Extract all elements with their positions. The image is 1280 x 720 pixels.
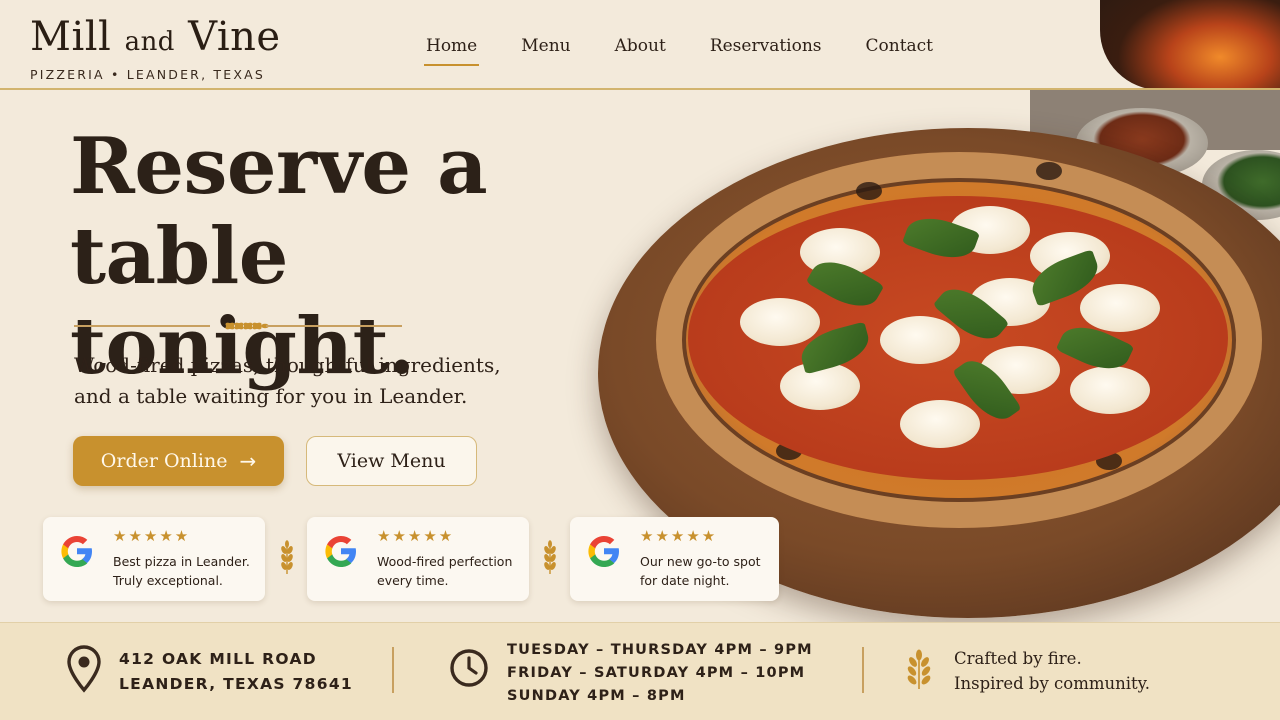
info-separator — [392, 647, 394, 693]
review-quote-line1: Our new go-to spot — [640, 554, 761, 569]
review-quote-line2: Truly exceptional. — [113, 573, 223, 588]
order-online-button[interactable]: Order Online → — [73, 436, 284, 486]
hours-line: SUNDAY 4PM – 8PM — [507, 688, 686, 704]
mozzarella — [740, 298, 820, 346]
view-menu-button[interactable]: View Menu — [306, 436, 477, 486]
review-quote-line2: for date night. — [640, 573, 730, 588]
review-card: ★★★★★ Our new go-to spot for date night. — [570, 517, 779, 601]
header-divider — [0, 88, 1280, 90]
wheat-sprig-icon — [281, 540, 293, 574]
review-card: ★★★★★ Wood-fired perfection every time. — [307, 517, 529, 601]
crust-char — [1036, 162, 1062, 180]
rating-stars: ★★★★★ — [640, 527, 718, 545]
wheat-ornament-icon — [225, 322, 269, 330]
hours-line: TUESDAY – THURSDAY 4PM – 9PM — [507, 642, 813, 658]
brand-subtitle: PIZZERIA • LEANDER, TEXAS — [30, 67, 265, 82]
nav-contact[interactable]: Contact — [844, 34, 956, 58]
tagline-line1: Crafted by fire. — [954, 649, 1082, 668]
hours-line: FRIDAY – SATURDAY 4PM – 10PM — [507, 665, 806, 681]
review-quote-line1: Best pizza in Leander. — [113, 554, 250, 569]
brand-name: Mill and Vine — [30, 14, 281, 65]
arrow-right-icon: → — [239, 449, 257, 473]
nav-home[interactable]: Home — [404, 34, 499, 66]
address-line2: LEANDER, TEXAS 78641 — [119, 675, 353, 693]
tagline: Crafted by fire. Inspired by community. — [954, 646, 1150, 696]
mozzarella — [1070, 366, 1150, 414]
rating-stars: ★★★★★ — [113, 527, 191, 545]
brand-name-and: and — [124, 27, 175, 57]
main-nav: Home Menu About Reservations Contact — [404, 34, 956, 66]
wheat-sprig-icon — [544, 540, 556, 574]
opening-hours: TUESDAY – THURSDAY 4PM – 9PM FRIDAY – SA… — [507, 639, 813, 708]
hero-headline-line1: Reserve a — [70, 121, 488, 212]
info-separator — [862, 647, 864, 693]
mozzarella — [1080, 284, 1160, 332]
brand-name-part1: Mill — [30, 14, 112, 60]
google-icon — [588, 536, 619, 567]
info-bar: 412 OAK MILL ROAD LEANDER, TEXAS 78641 T… — [0, 622, 1280, 720]
site-header: Mill and Vine PIZZERIA • LEANDER, TEXAS … — [0, 0, 1280, 90]
location-pin-icon — [67, 645, 101, 693]
review-quote-line1: Wood-fired perfection — [377, 554, 513, 569]
mozzarella — [900, 400, 980, 448]
order-online-label: Order Online — [100, 450, 228, 472]
nav-menu[interactable]: Menu — [499, 34, 592, 58]
google-icon — [325, 536, 356, 567]
ornament-divider — [74, 316, 402, 336]
mozzarella — [880, 316, 960, 364]
nav-reservations[interactable]: Reservations — [688, 34, 844, 58]
hero-subtitle-line1: Wood-fired pizzas, thoughtful ingredient… — [74, 353, 501, 377]
google-icon — [61, 536, 92, 567]
review-card: ★★★★★ Best pizza in Leander. Truly excep… — [43, 517, 265, 601]
review-quote: Best pizza in Leander. Truly exceptional… — [113, 552, 261, 590]
wheat-icon — [907, 649, 931, 689]
clock-icon — [450, 649, 488, 687]
brand-name-part2: Vine — [188, 14, 281, 60]
nav-about[interactable]: About — [593, 34, 688, 58]
brand-logo[interactable]: Mill and Vine PIZZERIA • LEANDER, TEXAS — [30, 14, 281, 82]
review-quote: Wood-fired perfection every time. — [377, 552, 525, 590]
review-quote-line2: every time. — [377, 573, 449, 588]
hero-subtitle: Wood-fired pizzas, thoughtful ingredient… — [74, 350, 554, 412]
crust-char — [856, 182, 882, 200]
rating-stars: ★★★★★ — [377, 527, 455, 545]
divider-rule-right — [266, 325, 402, 327]
tagline-line2: Inspired by community. — [954, 674, 1151, 693]
review-quote: Our new go-to spot for date night. — [640, 552, 788, 590]
address[interactable]: 412 OAK MILL ROAD LEANDER, TEXAS 78641 — [119, 647, 353, 697]
divider-rule-left — [74, 325, 210, 327]
address-line1: 412 OAK MILL ROAD — [119, 650, 317, 668]
hero-subtitle-line2: and a table waiting for you in Leander. — [74, 384, 468, 408]
view-menu-label: View Menu — [337, 450, 446, 472]
